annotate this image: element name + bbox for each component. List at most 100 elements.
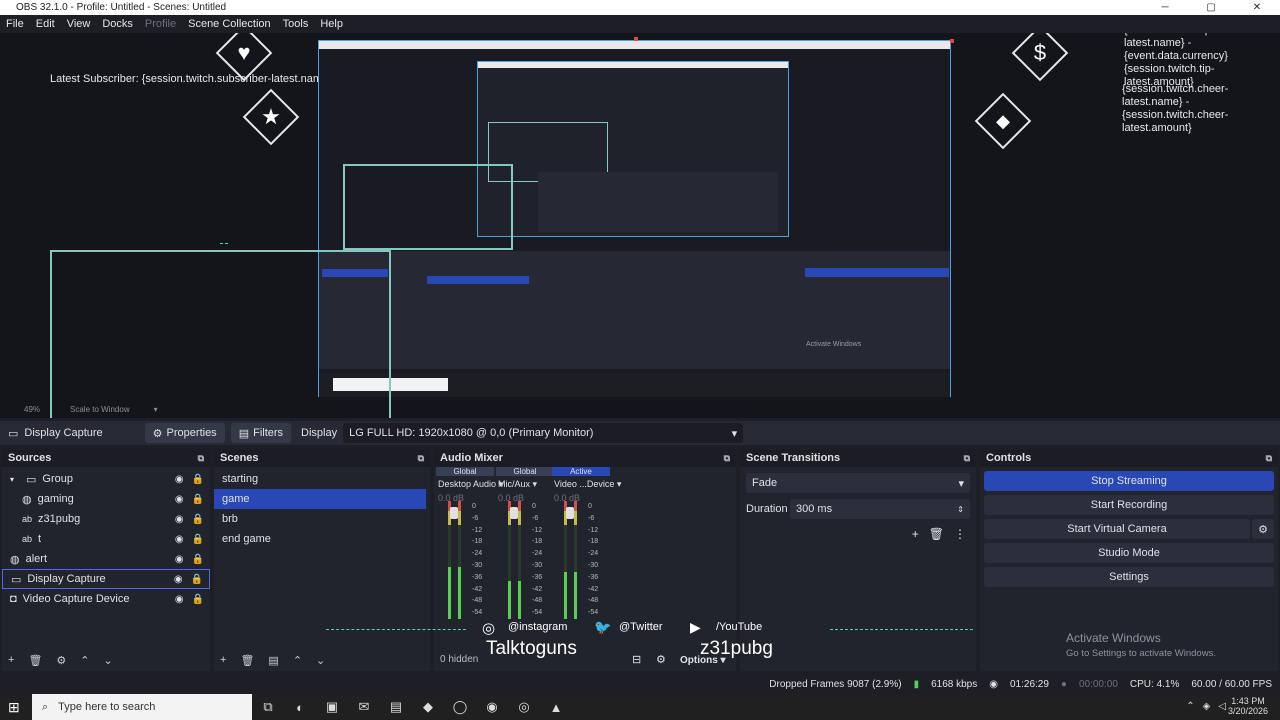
source-item-group[interactable]: ▾ ▭ Group ◉ 🔒 xyxy=(2,469,210,489)
taskbar-search[interactable]: ⌕ Type here to search xyxy=(32,694,252,720)
mixer-settings-icon[interactable]: ⚙ xyxy=(656,653,666,666)
eye-icon[interactable]: ◉ xyxy=(175,474,184,485)
chevron-up-icon[interactable]: ⌃ xyxy=(80,654,89,667)
youtube-handle: /YouTube xyxy=(716,621,763,633)
epic-games-icon[interactable]: ◆ xyxy=(412,699,444,715)
add-icon[interactable]: + xyxy=(912,527,919,541)
network-icon[interactable]: ◈ xyxy=(1203,701,1211,712)
store-icon[interactable]: ▣ xyxy=(316,699,348,715)
eye-icon[interactable]: ◉ xyxy=(175,494,184,505)
lock-icon[interactable]: 🔒 xyxy=(192,494,204,505)
handle-dot[interactable] xyxy=(950,39,954,43)
eye-icon[interactable]: ◉ xyxy=(175,534,184,545)
menu-profile[interactable]: Profile xyxy=(145,18,176,30)
trash-icon[interactable]: 🗑 xyxy=(240,654,254,667)
minimize-button[interactable]: ─ xyxy=(1142,0,1188,15)
handle-dot[interactable] xyxy=(634,37,638,41)
studio-mode-button[interactable]: Studio Mode xyxy=(984,543,1274,563)
start-virtual-camera-button[interactable]: Start Virtual Camera xyxy=(984,519,1250,539)
eye-icon[interactable]: ◉ xyxy=(175,594,184,605)
properties-button[interactable]: ⚙ Properties xyxy=(144,423,225,443)
settings-button[interactable]: Settings xyxy=(984,567,1274,587)
scene-item-end-game[interactable]: end game xyxy=(214,529,430,549)
chevron-down-icon[interactable]: ▾ xyxy=(10,475,22,484)
channel-name[interactable]: Video ...Device ▾ xyxy=(552,476,621,493)
eye-icon[interactable]: ◉ xyxy=(175,514,184,525)
gear-icon[interactable]: ⚙ xyxy=(56,654,66,667)
scene-item-brb[interactable]: brb xyxy=(214,509,430,529)
chevron-up-icon[interactable]: ⌃ xyxy=(293,654,302,667)
source-item-video-capture[interactable]: ◘ Video Capture Device ◉ 🔒 xyxy=(2,589,210,609)
scene-item-starting[interactable]: starting xyxy=(214,469,430,489)
source-item-display-capture[interactable]: ▭ Display Capture ◉ 🔒 xyxy=(2,569,210,589)
scene-item-game[interactable]: game xyxy=(214,489,426,509)
close-button[interactable]: ✕ xyxy=(1234,0,1280,15)
task-view-icon[interactable]: ⧉ xyxy=(252,699,284,715)
popout-icon[interactable]: ⧉ xyxy=(964,453,970,464)
lock-icon[interactable]: 🔒 xyxy=(192,474,204,485)
volume-slider-knob[interactable] xyxy=(450,507,458,519)
chevron-down-icon[interactable]: ▾ xyxy=(154,405,158,414)
lock-icon[interactable]: 🔒 xyxy=(192,594,204,605)
display-select[interactable]: LG FULL HD: 1920x1080 @ 0,0 (Primary Mon… xyxy=(343,423,744,443)
opera-icon[interactable]: ◯ xyxy=(444,699,476,715)
start-recording-button[interactable]: Start Recording xyxy=(984,495,1274,515)
menu-help[interactable]: Help xyxy=(320,18,343,30)
stepper-icon[interactable]: ⇕ xyxy=(957,505,964,514)
mixer-layout-icon[interactable]: ⊟ xyxy=(632,653,641,666)
popout-icon[interactable]: ⧉ xyxy=(1266,453,1272,464)
zoom-level[interactable]: 49% xyxy=(24,405,40,414)
menu-view[interactable]: View xyxy=(67,18,91,30)
add-icon[interactable]: + xyxy=(8,654,14,667)
volume-icon[interactable]: ◁ xyxy=(1218,701,1226,712)
mail-icon[interactable]: ✉ xyxy=(348,699,380,715)
chevron-up-icon[interactable]: ⌃ xyxy=(1186,701,1194,712)
menu-scene-collection[interactable]: Scene Collection xyxy=(188,18,271,30)
popout-icon[interactable]: ⧉ xyxy=(198,453,204,464)
obs-icon[interactable]: ◉ xyxy=(476,699,508,715)
chevron-down-icon[interactable]: ⌄ xyxy=(316,654,325,667)
eye-icon[interactable]: ◉ xyxy=(175,554,184,565)
lock-icon[interactable]: 🔒 xyxy=(192,514,204,525)
channel-name[interactable]: Mic/Aux ▾ xyxy=(496,476,554,493)
transition-select[interactable]: Fade ▾ xyxy=(746,473,970,493)
source-item-gaming[interactable]: ◍ gaming ◉ 🔒 xyxy=(2,489,210,509)
edge-icon[interactable]: ◐ xyxy=(284,700,316,715)
windows-start-icon[interactable]: ⊞ xyxy=(8,699,20,716)
preview-canvas[interactable]: Latest Subscriber: {session.twitch.subsc… xyxy=(0,33,1280,418)
alert-selection-box[interactable] xyxy=(343,164,513,250)
virtual-camera-settings-button[interactable]: ⚙ xyxy=(1252,519,1274,539)
scale-mode[interactable]: Scale to Window xyxy=(70,405,130,414)
more-icon[interactable]: ⋮ xyxy=(954,527,966,541)
trash-icon[interactable]: 🗑 xyxy=(929,527,944,541)
chevron-down-icon[interactable]: ⌄ xyxy=(104,654,113,667)
popout-icon[interactable]: ⧉ xyxy=(418,453,424,464)
source-item-t[interactable]: ab t ◉ 🔒 xyxy=(2,529,210,549)
file-explorer-icon[interactable]: ▤ xyxy=(380,699,412,715)
channel-name[interactable]: Desktop Audio ▾ xyxy=(436,476,503,493)
app-icon[interactable]: ▲ xyxy=(540,700,572,715)
source-item-alert[interactable]: ◍ alert ◉ 🔒 xyxy=(2,549,210,569)
lock-icon[interactable]: 🔒 xyxy=(192,554,204,565)
duration-input[interactable]: 300 ms ⇕ xyxy=(790,499,970,519)
menu-edit[interactable]: Edit xyxy=(36,18,55,30)
source-item-z31pubg[interactable]: ab z31pubg ◉ 🔒 xyxy=(2,509,210,529)
menu-file[interactable]: File xyxy=(6,18,24,30)
filter-icon[interactable]: ▤ xyxy=(268,654,278,667)
display-capture-selection-box[interactable] xyxy=(50,250,391,418)
trash-icon[interactable]: 🗑 xyxy=(28,654,42,667)
volume-slider-knob[interactable] xyxy=(510,507,518,519)
popout-icon[interactable]: ⧉ xyxy=(724,453,730,464)
lock-icon[interactable]: 🔒 xyxy=(191,574,203,585)
eye-icon[interactable]: ◉ xyxy=(174,574,183,585)
add-icon[interactable]: + xyxy=(220,654,226,667)
lock-icon[interactable]: 🔒 xyxy=(192,534,204,545)
clock[interactable]: 1:43 PM 3/20/2026 xyxy=(1228,696,1268,716)
maximize-button[interactable]: ▢ xyxy=(1188,0,1234,15)
stop-streaming-button[interactable]: Stop Streaming xyxy=(984,471,1274,491)
steam-icon[interactable]: ◎ xyxy=(508,699,540,715)
filters-button[interactable]: ▤ Filters xyxy=(230,423,292,443)
menu-docks[interactable]: Docks xyxy=(102,18,133,30)
volume-slider-knob[interactable] xyxy=(566,507,574,519)
menu-tools[interactable]: Tools xyxy=(283,18,309,30)
